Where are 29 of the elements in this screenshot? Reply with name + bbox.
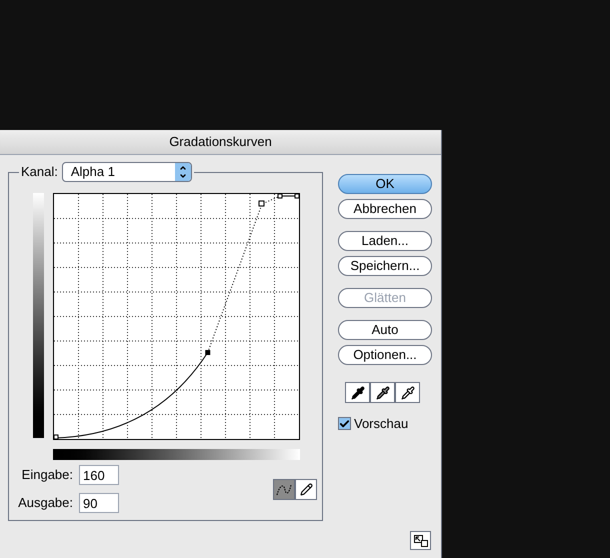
curve-tool-button[interactable] [273,479,295,500]
output-field[interactable]: 90 [79,493,119,513]
channel-label: Kanal: [21,163,58,182]
input-label: Eingabe: [20,466,73,484]
dialog-button[interactable]: Auto [338,320,432,340]
check-icon [339,418,350,430]
pencil-tool-button[interactable] [295,479,317,500]
dialog-button[interactable]: Abbrechen [338,199,432,219]
dialog-button[interactable]: Optionen... [338,345,432,365]
eyedropper-icon [376,386,390,400]
eyedropper-button[interactable] [370,382,395,403]
pencil-icon [300,483,312,496]
eyedropper-icon [350,386,364,400]
dialog-button[interactable]: Laden... [338,231,432,251]
eyedropper-button[interactable] [395,382,420,403]
preview-label: Vorschau [354,415,408,433]
window-title: Gradationskurven [169,133,272,152]
stepper-arrows-icon [174,163,191,181]
curve-graph-drawing[interactable] [53,193,300,440]
ok-button[interactable]: OK [338,174,432,194]
eyedropper-icon [400,386,414,400]
eyedropper-button[interactable] [345,382,370,403]
dialog-button[interactable]: Speichern... [338,256,432,276]
input-field[interactable]: 160 [79,465,119,485]
output-label: Ausgabe: [17,494,73,512]
resize-icon[interactable] [410,531,431,550]
channel-select[interactable]: Alpha 1 [62,162,192,182]
preview-checkbox[interactable] [338,417,351,430]
curve-icon [276,484,292,496]
